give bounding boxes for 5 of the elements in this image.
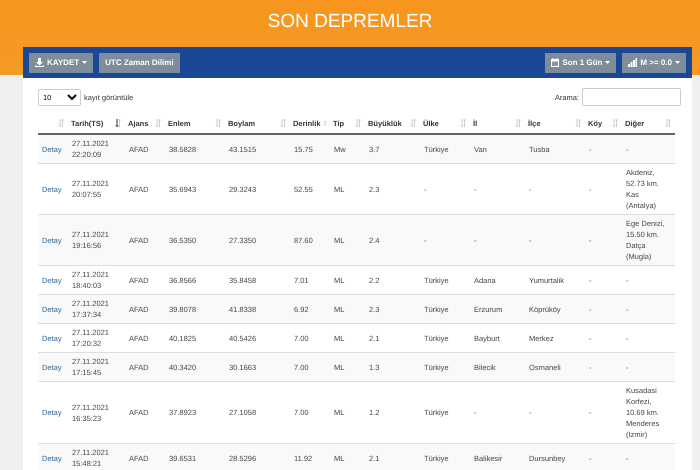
download-icon bbox=[35, 58, 44, 67]
page-title: SON DEPREMLER bbox=[266, 10, 434, 34]
search-field[interactable] bbox=[582, 88, 681, 106]
calendar-icon bbox=[551, 58, 560, 67]
signal-icon bbox=[628, 58, 638, 67]
